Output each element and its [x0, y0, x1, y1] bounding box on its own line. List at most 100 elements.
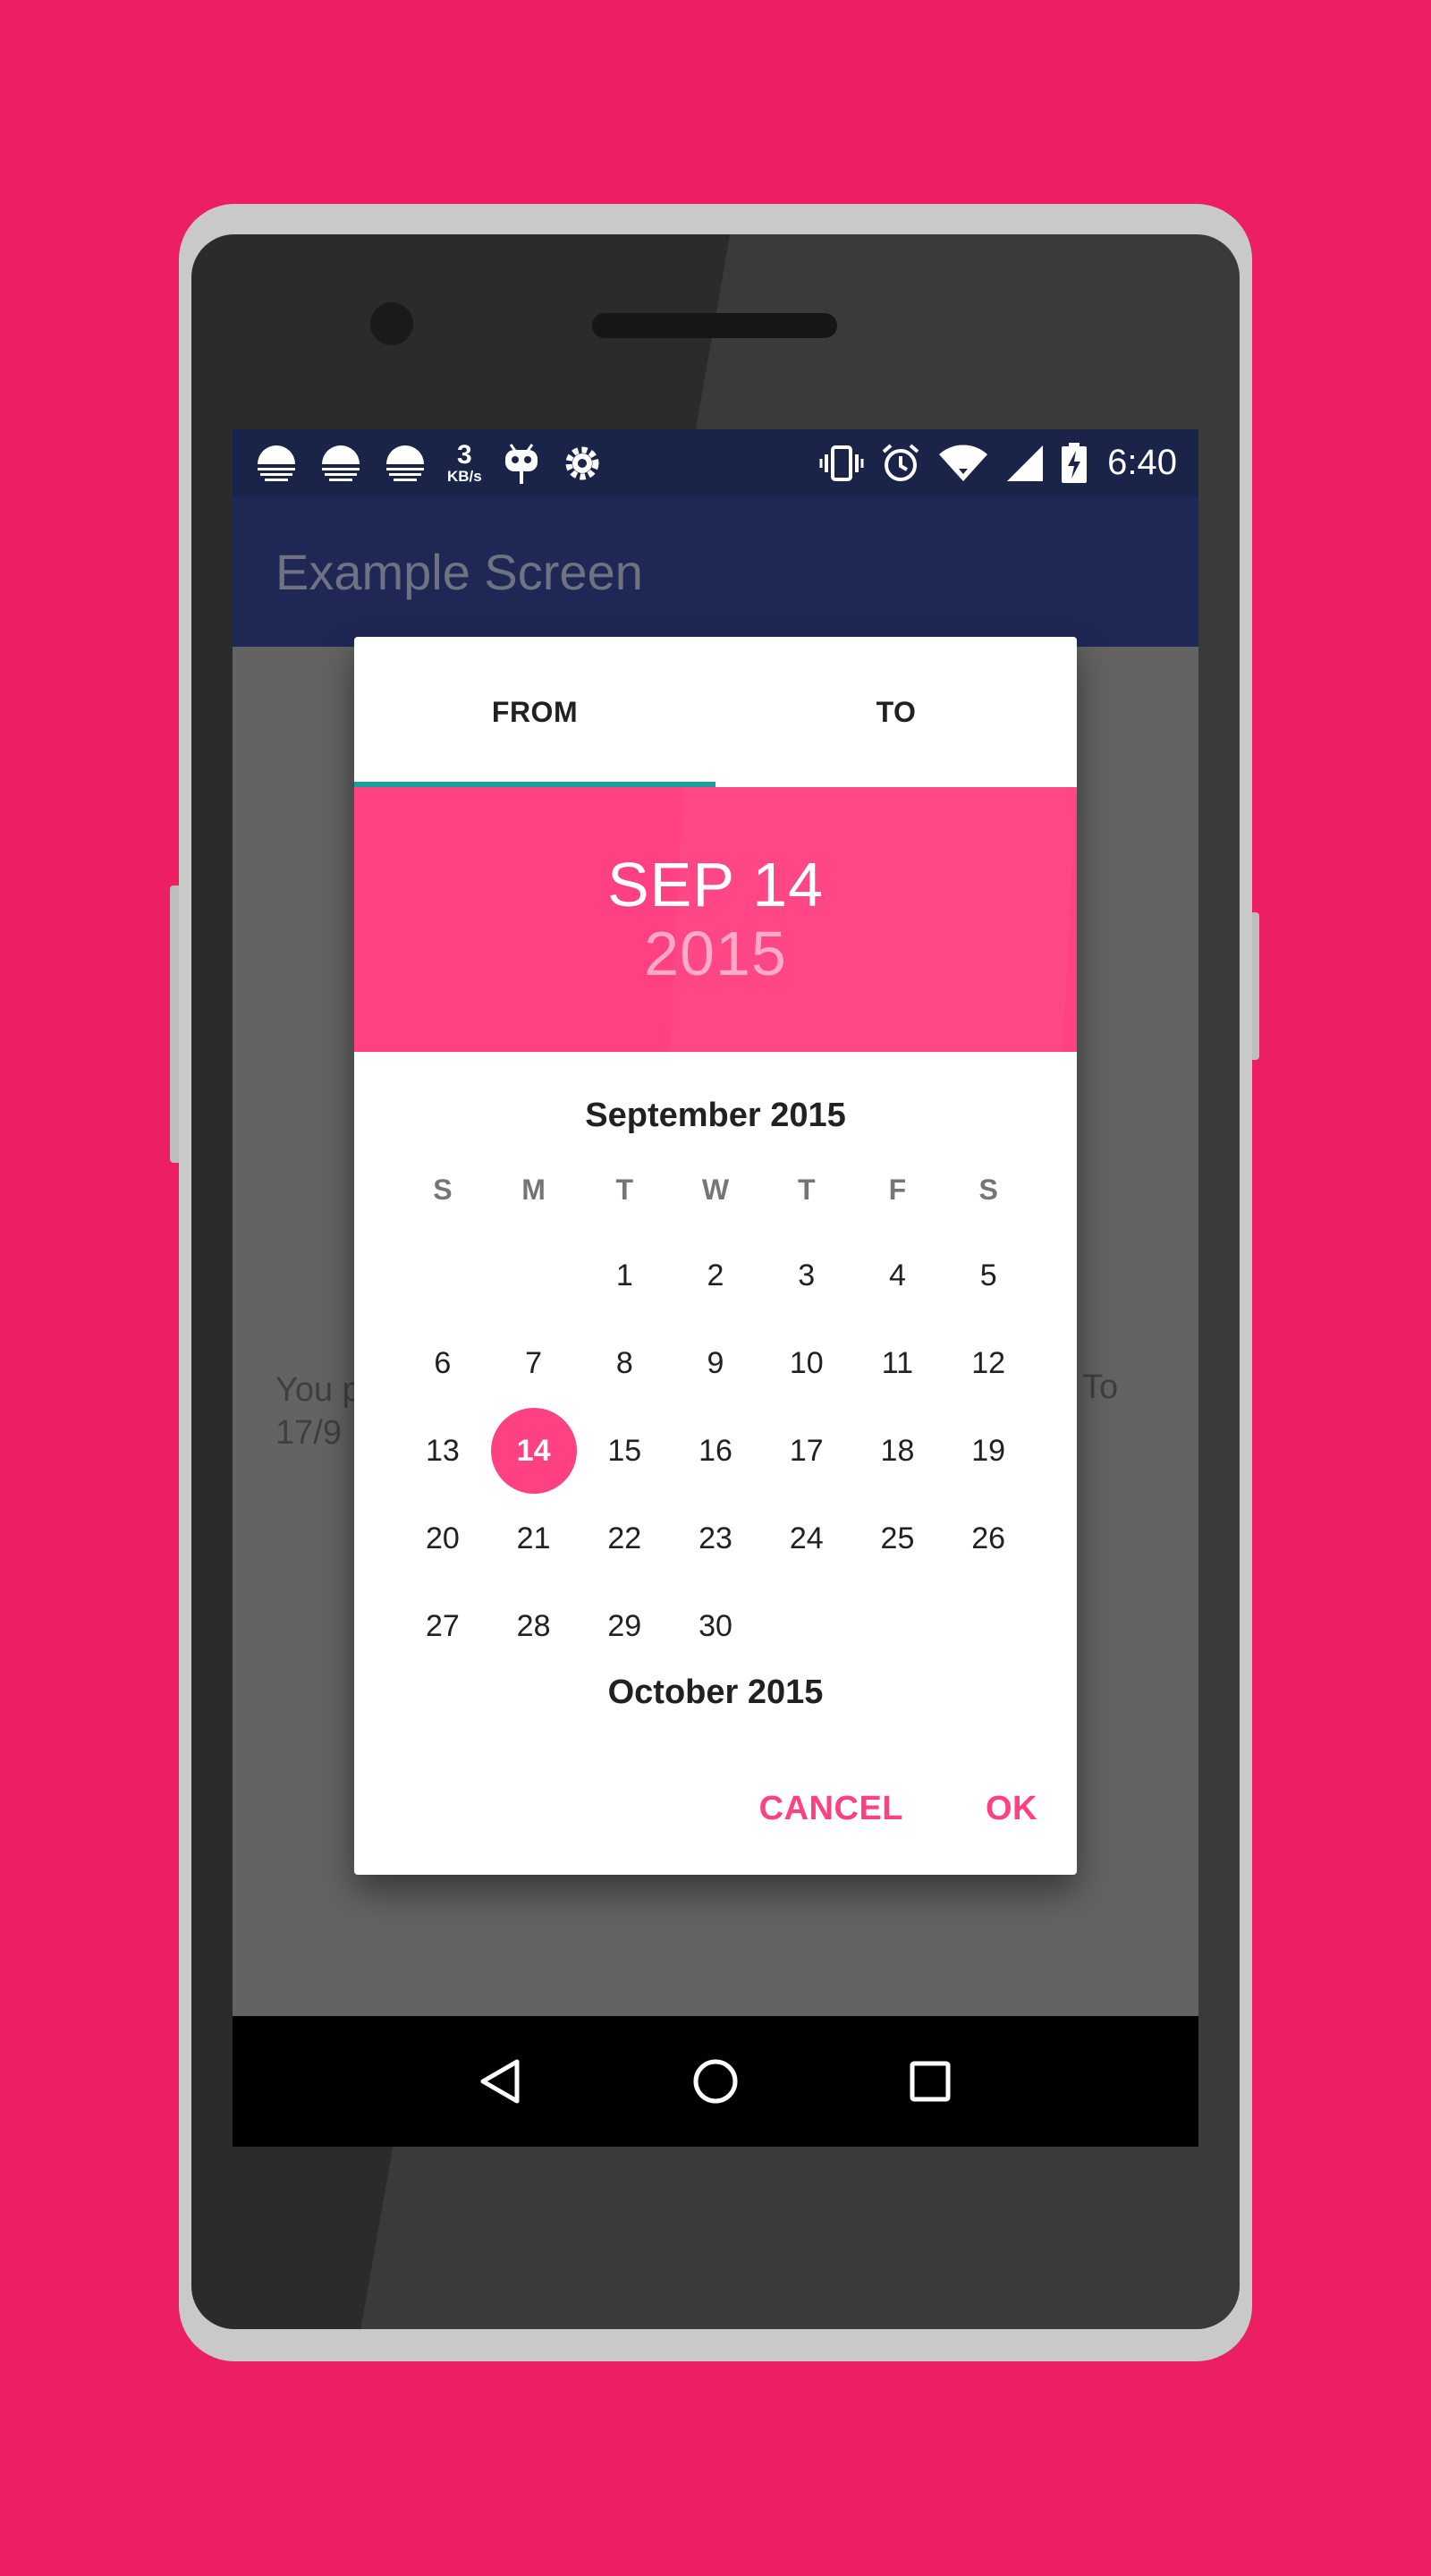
ok-button[interactable]: OK: [986, 1790, 1037, 1828]
sunrise-icon: [322, 445, 360, 481]
calendar-day-label: 29: [607, 1608, 642, 1643]
cancel-button[interactable]: CANCEL: [759, 1790, 903, 1828]
calendar-day-label: 20: [425, 1521, 460, 1555]
calendar-day-label: 21: [516, 1521, 551, 1555]
front-camera: [370, 302, 413, 345]
calendar-day-label: 7: [525, 1345, 543, 1380]
calendar-day[interactable]: 12: [943, 1319, 1034, 1407]
back-button[interactable]: [465, 2046, 537, 2117]
calendar-day-label: 4: [888, 1258, 906, 1292]
calendar-day[interactable]: 29: [579, 1582, 670, 1670]
calendar-week-row: 13 14 15 16 17 18 19: [397, 1407, 1034, 1495]
calendar-day[interactable]: 8: [579, 1319, 670, 1407]
calendar-day[interactable]: 30: [670, 1582, 761, 1670]
calendar-day[interactable]: 9: [670, 1319, 761, 1407]
status-bar: 3 KB/s 6:40: [233, 429, 1198, 496]
calendar-day[interactable]: 13: [397, 1407, 488, 1495]
date-range-picker-dialog: FROM TO SEP 14 2015 September 2015 S M T…: [354, 637, 1077, 1875]
tab-from[interactable]: FROM: [354, 637, 716, 787]
network-speed-unit: KB/s: [447, 468, 482, 485]
battery-charging-icon: [1062, 442, 1088, 483]
calendar-empty-cell: [943, 1582, 1034, 1670]
calendar-day[interactable]: 16: [670, 1407, 761, 1495]
calendar-day-label: 15: [607, 1433, 642, 1468]
calendar-day[interactable]: 4: [852, 1232, 944, 1319]
calendar-day-label: 12: [971, 1345, 1006, 1380]
selected-year[interactable]: 2015: [644, 919, 787, 988]
alarm-icon: [882, 443, 919, 481]
calendar-day[interactable]: 6: [397, 1319, 488, 1407]
calendar-day[interactable]: 22: [579, 1495, 670, 1582]
month-title: September 2015: [585, 1097, 846, 1134]
weekday-header-row: S M T W T F S: [354, 1174, 1077, 1207]
back-icon: [480, 2059, 520, 2104]
calendar-day[interactable]: 3: [761, 1232, 852, 1319]
selected-date[interactable]: SEP 14: [607, 851, 824, 919]
calendar-day-selected[interactable]: 14: [488, 1407, 580, 1495]
calendar-day-label: 30: [699, 1608, 732, 1643]
calendar-day[interactable]: 15: [579, 1407, 670, 1495]
weekday-label: S: [978, 1174, 998, 1206]
calendar-day-label: 13: [425, 1433, 460, 1468]
calendar-day[interactable]: 7: [488, 1319, 580, 1407]
calendar-day[interactable]: 24: [761, 1495, 852, 1582]
calendar-week-row: 27 28 29 30: [397, 1582, 1034, 1670]
calendar-empty-cell: [397, 1232, 488, 1319]
android-debug-icon: [504, 443, 538, 484]
dialog-actions: CANCEL OK: [759, 1790, 1037, 1828]
weekday-label: T: [615, 1174, 634, 1206]
calendar-day-label: 27: [425, 1608, 460, 1643]
calendar-day[interactable]: 18: [852, 1407, 944, 1495]
app-bar-title: Example Screen: [275, 543, 643, 600]
calendar-day[interactable]: 2: [670, 1232, 761, 1319]
signal-icon: [1007, 445, 1044, 481]
calendar-day[interactable]: 28: [488, 1582, 580, 1670]
calendar-day[interactable]: 11: [852, 1319, 944, 1407]
recents-button[interactable]: [894, 2046, 966, 2117]
home-icon: [693, 2059, 738, 2104]
recents-icon: [910, 2061, 951, 2102]
weekday-label: W: [701, 1174, 730, 1206]
calendar-day[interactable]: 17: [761, 1407, 852, 1495]
calendar-day-label: 24: [789, 1521, 824, 1555]
weekday-label: T: [797, 1174, 816, 1206]
calendar-day[interactable]: 21: [488, 1495, 580, 1582]
calendar-empty-cell: [852, 1582, 944, 1670]
wifi-icon: [939, 445, 988, 481]
calendar-day[interactable]: 25: [852, 1495, 944, 1582]
selected-date-header: SEP 14 2015: [354, 787, 1077, 1052]
calendar-day[interactable]: 19: [943, 1407, 1034, 1495]
calendar-day[interactable]: 26: [943, 1495, 1034, 1582]
calendar-day-label: 25: [880, 1521, 915, 1555]
tab-to[interactable]: TO: [716, 637, 1077, 787]
calendar-day-label: 28: [516, 1608, 551, 1643]
calendar-empty-cell: [761, 1582, 852, 1670]
status-icons-left: 3 KB/s: [254, 441, 604, 486]
calendar-day-label: 19: [971, 1433, 1006, 1468]
earpiece-speaker: [592, 313, 837, 338]
calendar-day[interactable]: 27: [397, 1582, 488, 1670]
settings-gear-icon: [565, 446, 599, 479]
weekday-label: S: [433, 1174, 453, 1206]
network-speed-value: 3: [457, 440, 472, 470]
calendar-day[interactable]: 10: [761, 1319, 852, 1407]
weekday-label: F: [888, 1174, 907, 1206]
network-speed-indicator: 3 KB/s: [447, 440, 482, 485]
calendar-day[interactable]: 5: [943, 1232, 1034, 1319]
app-bar: Example Screen: [233, 496, 1198, 647]
calendar-day[interactable]: 1: [579, 1232, 670, 1319]
calendar-day[interactable]: 23: [670, 1495, 761, 1582]
sunrise-icon: [386, 445, 424, 481]
calendar-day-label: 22: [607, 1521, 642, 1555]
next-month-title: October 2015: [607, 1674, 824, 1711]
calendar-day-label: 26: [971, 1521, 1006, 1555]
calendar-day[interactable]: 20: [397, 1495, 488, 1582]
calendar-day-label: 14: [490, 1408, 577, 1494]
calendar-day-label: 10: [789, 1345, 824, 1380]
dialog-tabs: FROM TO: [354, 637, 1077, 787]
calendar-day-label: 11: [881, 1345, 914, 1380]
calendar-day-label: 16: [699, 1433, 732, 1468]
calendar-week-row: 6 7 8 9 10 11 12: [397, 1319, 1034, 1407]
home-button[interactable]: [680, 2046, 751, 2117]
calendar-empty-cell: [488, 1232, 580, 1319]
